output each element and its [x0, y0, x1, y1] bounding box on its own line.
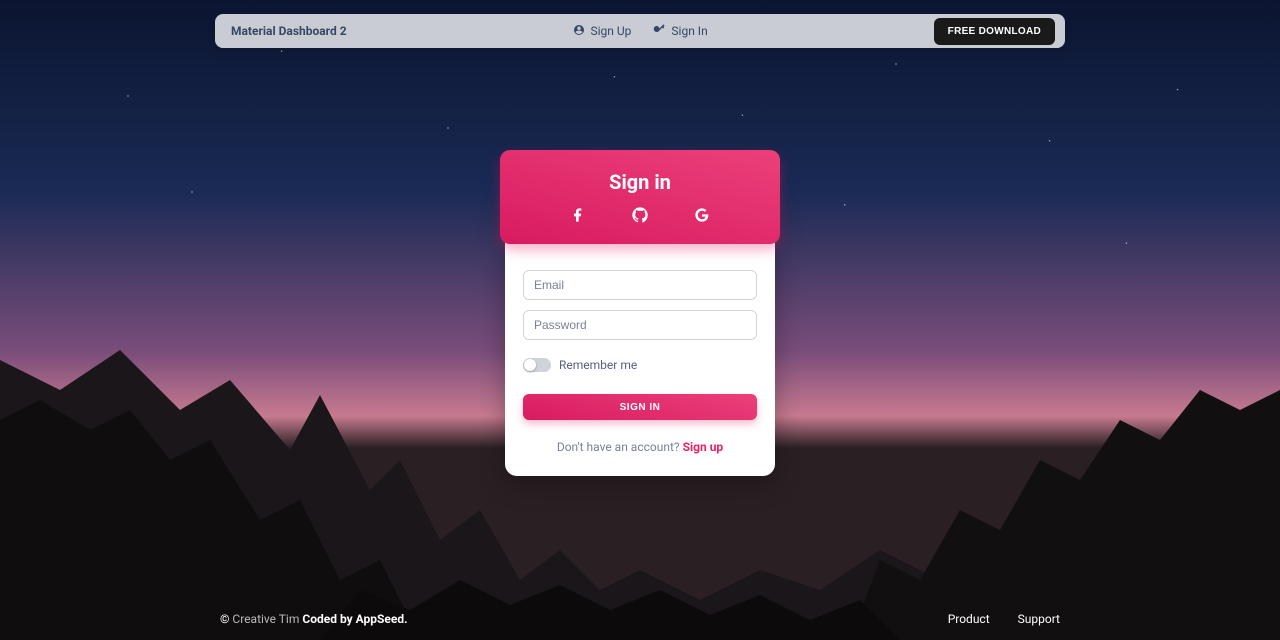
- password-field[interactable]: [523, 310, 757, 340]
- copyright-symbol: ©: [220, 612, 229, 626]
- card-header: Sign in: [500, 150, 780, 244]
- social-login-row: [500, 208, 780, 226]
- signin-button[interactable]: SIGN IN: [523, 394, 757, 420]
- signup-link[interactable]: Sign up: [683, 440, 724, 454]
- footer-link-product[interactable]: Product: [948, 612, 990, 626]
- remember-me-row: Remember me: [523, 358, 757, 372]
- user-circle-icon: [573, 24, 585, 39]
- signup-prompt-text: Don't have an account?: [557, 440, 683, 454]
- brand-title[interactable]: Material Dashboard 2: [231, 24, 347, 38]
- nav-link-label: Sign In: [671, 24, 707, 38]
- free-download-button[interactable]: FREE DOWNLOAD: [934, 18, 1055, 45]
- nav-link-label: Sign Up: [591, 24, 632, 38]
- signup-prompt: Don't have an account? Sign up: [523, 440, 757, 454]
- remember-me-label: Remember me: [559, 358, 637, 372]
- facebook-login-button[interactable]: [569, 208, 587, 226]
- key-icon: [653, 24, 665, 39]
- nav-link-signup[interactable]: Sign Up: [573, 24, 632, 39]
- github-icon: [632, 207, 648, 227]
- signin-card: Sign in Remember me: [505, 150, 775, 476]
- footer-links: Product Support: [948, 612, 1060, 626]
- top-navbar: Material Dashboard 2 Sign Up Sign In FRE…: [215, 14, 1065, 48]
- page-footer: © Creative Tim Coded by AppSeed. Product…: [0, 612, 1280, 626]
- footer-link-support[interactable]: Support: [1018, 612, 1060, 626]
- email-field[interactable]: [523, 270, 757, 300]
- facebook-icon: [570, 207, 586, 227]
- card-title: Sign in: [500, 170, 780, 194]
- nav-links: Sign Up Sign In: [347, 24, 934, 39]
- nav-link-signin[interactable]: Sign In: [653, 24, 707, 39]
- footer-copyright: © Creative Tim Coded by AppSeed.: [220, 612, 948, 626]
- google-icon: [694, 207, 710, 227]
- creative-tim-link[interactable]: Creative Tim: [232, 612, 299, 626]
- remember-me-toggle[interactable]: [523, 358, 551, 372]
- github-login-button[interactable]: [631, 208, 649, 226]
- coded-by-text: Coded by AppSeed.: [299, 612, 407, 626]
- google-login-button[interactable]: [693, 208, 711, 226]
